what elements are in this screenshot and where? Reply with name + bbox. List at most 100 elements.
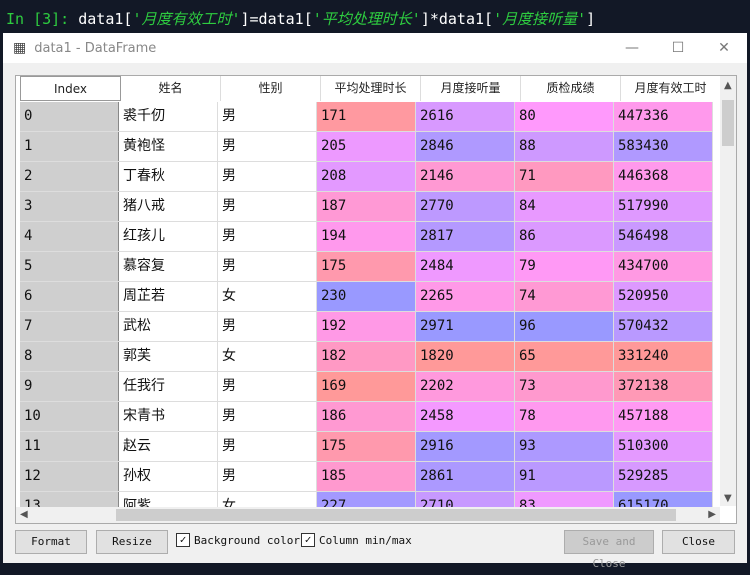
table-cell[interactable]: 446368 <box>614 162 713 191</box>
table-cell[interactable]: 裘千仞 <box>119 102 218 131</box>
row-index[interactable]: 4 <box>20 222 119 251</box>
save-and-close-button[interactable]: Save and Close <box>564 530 654 570</box>
row-index[interactable]: 5 <box>20 252 119 281</box>
table-cell[interactable]: 2484 <box>416 252 515 281</box>
column-header[interactable]: 姓名 <box>121 76 221 101</box>
table-cell[interactable]: 2616 <box>416 102 515 131</box>
table-cell[interactable]: 434700 <box>614 252 713 281</box>
table-cell[interactable]: 78 <box>515 402 614 431</box>
table-cell[interactable]: 169 <box>317 372 416 401</box>
table-cell[interactable]: 372138 <box>614 372 713 401</box>
table-cell[interactable]: 74 <box>515 282 614 311</box>
table-cell[interactable]: 447336 <box>614 102 713 131</box>
maximize-button[interactable]: ☐ <box>655 40 701 56</box>
column-header[interactable]: Index <box>20 76 121 101</box>
table-cell[interactable]: 331240 <box>614 342 713 371</box>
table-cell[interactable]: 女 <box>218 282 317 311</box>
table-row[interactable]: 4 红孩儿男 194 2817 86 546498 <box>20 222 713 252</box>
row-index[interactable]: 11 <box>20 432 119 461</box>
table-row[interactable]: 11 赵云男 175 2916 93 510300 <box>20 432 713 462</box>
table-row[interactable]: 7 武松男 192 2971 96 570432 <box>20 312 713 342</box>
table-cell[interactable]: 457188 <box>614 402 713 431</box>
column-header[interactable]: 月度接听量 <box>421 76 521 101</box>
horizontal-scrollbar[interactable]: ◀ ▶ <box>16 507 720 523</box>
table-cell[interactable]: 2846 <box>416 132 515 161</box>
table-row[interactable]: 6 周芷若女 230 2265 74 520950 <box>20 282 713 312</box>
table-cell[interactable]: 周芷若 <box>119 282 218 311</box>
table-cell[interactable]: 93 <box>515 432 614 461</box>
table-row[interactable]: 8 郭芙女 182 1820 65 331240 <box>20 342 713 372</box>
row-index[interactable]: 1 <box>20 132 119 161</box>
table-cell[interactable]: 女 <box>218 342 317 371</box>
table-cell[interactable]: 80 <box>515 102 614 131</box>
scroll-thumb[interactable] <box>722 100 734 146</box>
table-cell[interactable]: 丁春秋 <box>119 162 218 191</box>
table-cell[interactable]: 2265 <box>416 282 515 311</box>
table-cell[interactable]: 2146 <box>416 162 515 191</box>
row-index[interactable]: 6 <box>20 282 119 311</box>
column-header[interactable]: 平均处理时长 <box>321 76 421 101</box>
table-cell[interactable]: 2202 <box>416 372 515 401</box>
table-cell[interactable]: 男 <box>218 132 317 161</box>
table-row[interactable]: 3 猪八戒男 187 2770 84 517990 <box>20 192 713 222</box>
table-cell[interactable]: 2916 <box>416 432 515 461</box>
table-cell[interactable]: 男 <box>218 312 317 341</box>
table-cell[interactable]: 517990 <box>614 192 713 221</box>
table-cell[interactable]: 任我行 <box>119 372 218 401</box>
table-cell[interactable]: 男 <box>218 462 317 491</box>
table-cell[interactable]: 赵云 <box>119 432 218 461</box>
table-cell[interactable]: 171 <box>317 102 416 131</box>
table-cell[interactable]: 96 <box>515 312 614 341</box>
table-cell[interactable]: 男 <box>218 372 317 401</box>
table-cell[interactable]: 2817 <box>416 222 515 251</box>
table-cell[interactable]: 546498 <box>614 222 713 251</box>
table-cell[interactable]: 孙权 <box>119 462 218 491</box>
table-cell[interactable]: 男 <box>218 432 317 461</box>
table-cell[interactable]: 猪八戒 <box>119 192 218 221</box>
table-cell[interactable]: 510300 <box>614 432 713 461</box>
table-row[interactable]: 10 宋青书男 186 2458 78 457188 <box>20 402 713 432</box>
table-cell[interactable]: 慕容复 <box>119 252 218 281</box>
row-index[interactable]: 2 <box>20 162 119 191</box>
table-cell[interactable]: 71 <box>515 162 614 191</box>
format-button[interactable]: Format <box>15 530 87 554</box>
table-cell[interactable]: 武松 <box>119 312 218 341</box>
row-index[interactable]: 3 <box>20 192 119 221</box>
row-index[interactable]: 7 <box>20 312 119 341</box>
background-color-checkbox[interactable]: ✓ Background color <box>176 533 300 547</box>
table-cell[interactable]: 182 <box>317 342 416 371</box>
table-cell[interactable]: 520950 <box>614 282 713 311</box>
table-cell[interactable]: 1820 <box>416 342 515 371</box>
column-header[interactable]: 月度有效工时 <box>621 76 721 101</box>
row-index[interactable]: 8 <box>20 342 119 371</box>
table-row[interactable]: 5 慕容复男 175 2484 79 434700 <box>20 252 713 282</box>
row-index[interactable]: 10 <box>20 402 119 431</box>
table-row[interactable]: 9 任我行男 169 2202 73 372138 <box>20 372 713 402</box>
table-cell[interactable]: 84 <box>515 192 614 221</box>
table-cell[interactable]: 男 <box>218 252 317 281</box>
table-cell[interactable]: 男 <box>218 222 317 251</box>
table-cell[interactable]: 175 <box>317 432 416 461</box>
checkbox-checked-icon[interactable]: ✓ <box>176 533 190 547</box>
table-cell[interactable]: 男 <box>218 402 317 431</box>
table-cell[interactable]: 红孩儿 <box>119 222 218 251</box>
table-cell[interactable]: 194 <box>317 222 416 251</box>
vertical-scrollbar[interactable]: ▲ ▼ <box>720 76 736 506</box>
table-cell[interactable]: 宋青书 <box>119 402 218 431</box>
close-window-button[interactable]: ✕ <box>701 40 747 56</box>
close-button[interactable]: Close <box>662 530 735 554</box>
table-cell[interactable]: 2971 <box>416 312 515 341</box>
checkbox-checked-icon[interactable]: ✓ <box>301 533 315 547</box>
row-index[interactable]: 12 <box>20 462 119 491</box>
table-cell[interactable]: 175 <box>317 252 416 281</box>
table-cell[interactable]: 2861 <box>416 462 515 491</box>
table-cell[interactable]: 2458 <box>416 402 515 431</box>
table-cell[interactable]: 男 <box>218 162 317 191</box>
scroll-left-icon[interactable]: ◀ <box>20 509 28 520</box>
table-cell[interactable]: 郭芙 <box>119 342 218 371</box>
table-cell[interactable]: 黄袍怪 <box>119 132 218 161</box>
table-cell[interactable]: 185 <box>317 462 416 491</box>
resize-button[interactable]: Resize <box>96 530 168 554</box>
scroll-up-icon[interactable]: ▲ <box>724 80 732 91</box>
table-cell[interactable]: 65 <box>515 342 614 371</box>
